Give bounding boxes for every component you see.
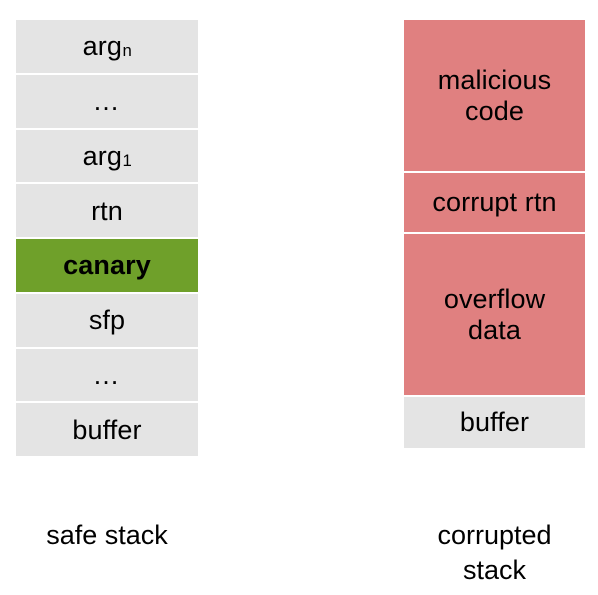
corrupted-stack-cell-corrupt-rtn-label: corrupt rtn (432, 187, 557, 218)
safe-stack-cell-ellipsis-upper-label: … (92, 86, 122, 116)
safe-stack-cell-rtn: rtn (16, 184, 198, 239)
safe-stack-cell-arg-1: arg 1 (16, 129, 198, 185)
safe-stack-cell-ellipsis-lower-label: … (92, 359, 122, 390)
safe-stack-caption: safe stack (46, 520, 168, 550)
safe-stack-column: arg n … arg 1 rtn canary sfp … buffer (16, 20, 198, 456)
corrupted-stack-caption: corrupted stack (437, 520, 552, 586)
safe-stack-cell-sfp: sfp (16, 293, 198, 349)
safe-stack-cell-canary: canary (16, 239, 198, 294)
safe-stack-cell-rtn-label: rtn (91, 195, 123, 226)
corrupted-stack-cell-overflow-data: overflow data (404, 234, 585, 397)
corrupted-stack-cell-malicious-code: malicious code (404, 20, 585, 173)
corrupted-stack-cell-malicious-code-label: malicious code (437, 65, 552, 126)
safe-stack-cell-canary-label: canary (63, 250, 151, 281)
stack-canary-diagram: arg n … arg 1 rtn canary sfp … buffer mali… (0, 0, 598, 595)
corrupted-stack-cell-corrupt-rtn: corrupt rtn (404, 173, 585, 234)
corrupted-stack-column: malicious code corrupt rtn overflow data… (404, 20, 585, 448)
safe-stack-cell-arg-n: arg n (16, 20, 198, 75)
safe-stack-cell-arg-n-label: arg (82, 31, 122, 62)
safe-stack-cell-ellipsis-lower: … (16, 348, 198, 404)
corrupted-stack-cell-buffer: buffer (404, 397, 585, 448)
safe-stack-cell-sfp-label: sfp (88, 305, 126, 335)
safe-stack-cell-buffer: buffer (16, 403, 198, 456)
safe-stack-cell-arg-1-label: arg (82, 140, 122, 171)
safe-stack-cell-buffer-label: buffer (72, 414, 142, 445)
corrupted-stack-cell-overflow-data-label: overflow data (443, 284, 546, 345)
corrupted-stack-cell-buffer-label: buffer (459, 407, 530, 438)
safe-stack-cell-ellipsis-upper: … (16, 74, 198, 130)
